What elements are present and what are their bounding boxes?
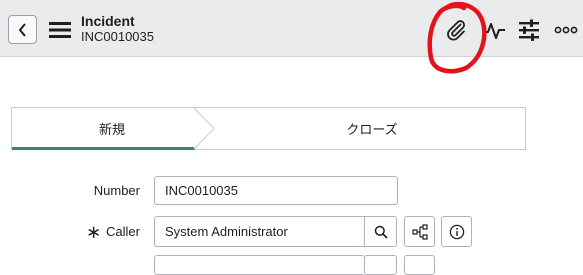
chevron-left-icon bbox=[18, 22, 26, 37]
info-icon bbox=[449, 224, 464, 239]
number-label: Number bbox=[93, 183, 140, 198]
number-value: INC0010035 bbox=[165, 183, 238, 198]
stage-new: 新規 bbox=[12, 108, 212, 149]
page-title: Incident bbox=[81, 13, 135, 29]
caller-field[interactable]: System Administrator bbox=[154, 216, 365, 247]
activity-stream-button[interactable] bbox=[481, 17, 507, 43]
active-stage-indicator bbox=[12, 147, 195, 150]
caller-label: Caller bbox=[106, 224, 140, 239]
more-options-icon bbox=[554, 26, 578, 34]
hamburger-menu-icon[interactable] bbox=[49, 21, 71, 39]
more-options-button[interactable] bbox=[553, 17, 579, 43]
attachment-button[interactable] bbox=[443, 17, 469, 43]
process-flow: 新規 クローズ bbox=[11, 107, 526, 150]
back-button[interactable] bbox=[8, 15, 37, 44]
record-number-subtitle: INC0010035 bbox=[81, 29, 154, 44]
form-header: Incident INC0010035 bbox=[0, 0, 583, 57]
stage-closed-label: クローズ bbox=[346, 122, 398, 137]
search-icon bbox=[374, 225, 388, 239]
caller-value: System Administrator bbox=[165, 224, 288, 239]
next-field-action-partial[interactable] bbox=[404, 255, 435, 275]
stage-closed: クローズ bbox=[218, 108, 526, 149]
next-field-partial[interactable] bbox=[154, 255, 365, 275]
show-related-button[interactable] bbox=[404, 216, 435, 247]
stage-new-label: 新規 bbox=[98, 122, 125, 137]
next-field-lookup-partial[interactable] bbox=[364, 255, 397, 275]
attachment-icon bbox=[447, 20, 466, 41]
caller-lookup-button[interactable] bbox=[364, 216, 397, 247]
settings-sliders-icon bbox=[519, 19, 539, 41]
stage-chevron-divider bbox=[193, 108, 215, 149]
number-field[interactable]: INC0010035 bbox=[154, 176, 398, 205]
record-titles: Incident INC0010035 bbox=[81, 13, 154, 45]
activity-stream-icon bbox=[483, 23, 505, 39]
hierarchy-icon bbox=[411, 223, 428, 240]
preview-record-button[interactable] bbox=[441, 216, 472, 247]
personalize-form-button[interactable] bbox=[516, 17, 542, 43]
